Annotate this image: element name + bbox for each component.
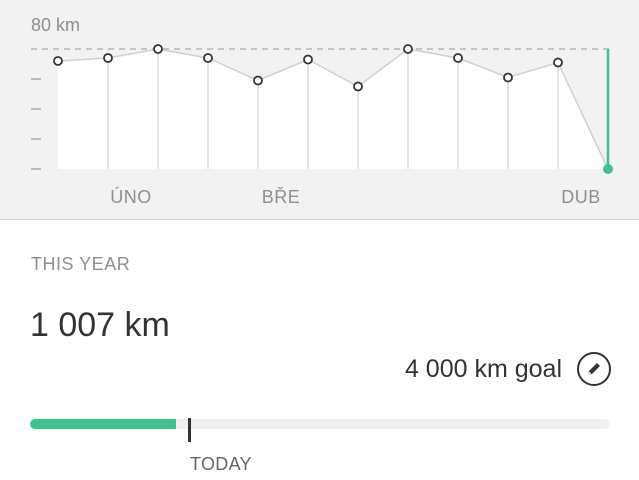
goal-progress-fill [30,419,177,429]
today-label: TODAY [190,454,252,474]
yearly-total: 1 007 km [30,306,170,344]
data-point [203,53,213,63]
today-marker [188,418,191,442]
data-point [153,44,163,54]
distance-chart: 80 km ÚNO BŘE DUB [0,0,639,220]
x-axis-label: BŘE [262,187,301,207]
data-point [53,56,63,66]
distance-chart-svg: 80 km ÚNO BŘE DUB [31,15,613,207]
goal-text: 4 000 km goal [404,354,562,383]
data-point [353,81,363,92]
data-point [103,53,113,63]
data-point [553,57,563,68]
x-axis-label: ÚNO [110,186,152,207]
goal-progress-bar [30,419,610,429]
y-axis-max-label: 80 km [31,15,80,35]
data-point [453,53,463,63]
chart-area [58,49,608,169]
data-point [253,75,263,86]
pencil-icon [588,363,600,375]
section-label: THIS YEAR [31,254,131,274]
edit-goal-button[interactable] [577,352,611,386]
goal-row: 4 000 km goal [405,352,611,386]
data-point [503,72,513,83]
x-axis-label: DUB [561,187,601,207]
data-point [303,54,313,65]
data-point [403,44,413,54]
current-data-point [603,164,613,174]
